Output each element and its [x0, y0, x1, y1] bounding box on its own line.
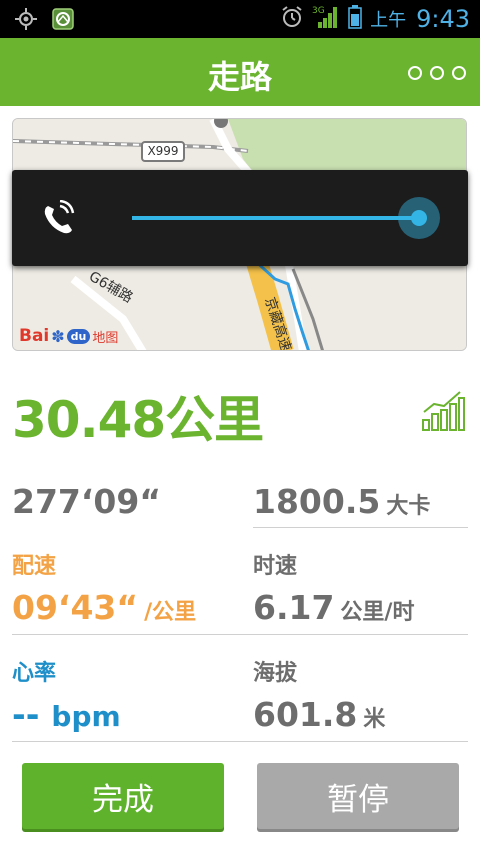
altitude-value: 601.8 — [253, 695, 358, 734]
calories-value: 1800.5 — [253, 482, 381, 521]
app-bar: 走路 — [0, 38, 480, 106]
heart-rate-unit: bpm — [51, 700, 121, 733]
heart-rate-field: -- bpm — [12, 695, 121, 734]
speed-value: 6.17 — [253, 588, 335, 627]
stats-row-duration: 277‘09“ 1800.5 大卡 — [12, 470, 468, 528]
alarm-clock-icon — [280, 5, 304, 33]
network-type-label: 3G — [312, 6, 325, 16]
stats-grid: 277‘09“ 1800.5 大卡 配速 09‘43“ /公里 时速 6.17 … — [12, 470, 468, 742]
finish-button[interactable]: 完成 — [22, 763, 224, 829]
map-road-label: X999 — [141, 141, 185, 162]
speed-unit: 公里/时 — [340, 600, 415, 625]
duration-value: 277‘09“ — [12, 482, 162, 521]
calories-unit: 大卡 — [386, 494, 431, 519]
volume-overlay — [12, 170, 468, 266]
status-bar: 3G 上午 9:43 — [0, 0, 480, 38]
baidu-map-logo: Bai ✽ du 地图 — [19, 326, 118, 346]
pace-field: 09‘43“ /公里 — [12, 588, 196, 627]
status-ampm: 上午 — [370, 10, 407, 31]
speed-field: 6.17 公里/时 — [253, 588, 414, 627]
altitude-field: 601.8 米 — [253, 695, 385, 734]
distance-value: 30.48 — [12, 391, 166, 449]
baidu-du-badge: du — [66, 328, 91, 344]
volume-slider-thumb[interactable] — [398, 197, 440, 239]
divider — [12, 741, 468, 742]
gps-icon — [14, 7, 38, 35]
heart-rate-value: -- — [12, 695, 40, 734]
speed-label: 时速 — [253, 554, 298, 579]
app-notification-icon — [52, 8, 74, 34]
altitude-unit: 米 — [363, 707, 386, 732]
pace-label: 配速 — [12, 554, 57, 579]
overflow-menu-icon[interactable] — [408, 66, 466, 80]
volume-slider-track[interactable] — [132, 216, 422, 220]
bar-chart-icon[interactable] — [420, 388, 466, 436]
stats-row-pace: 配速 09‘43“ /公里 时速 6.17 公里/时 — [12, 528, 468, 635]
status-time: 9:43 — [416, 5, 470, 33]
calories-field: 1800.5 大卡 — [253, 482, 430, 521]
phone-call-volume-icon — [40, 199, 80, 242]
total-distance: 30.48公里 — [12, 380, 264, 452]
heart-rate-label: 心率 — [12, 661, 57, 686]
baidu-map-label: 地图 — [92, 330, 119, 346]
pace-unit: /公里 — [144, 600, 197, 625]
battery-icon — [348, 5, 362, 33]
pause-button[interactable]: 暂停 — [257, 763, 459, 829]
pace-value: 09‘43“ — [12, 588, 139, 627]
signal-icon: 3G — [312, 4, 340, 34]
baidu-paw-icon: ✽ — [51, 326, 65, 346]
baidu-brand-text: Bai — [19, 326, 50, 346]
distance-unit: 公里 — [165, 391, 264, 449]
altitude-label: 海拔 — [253, 661, 298, 686]
stats-row-heart: 心率 -- bpm 海拔 601.8 米 — [12, 635, 468, 742]
